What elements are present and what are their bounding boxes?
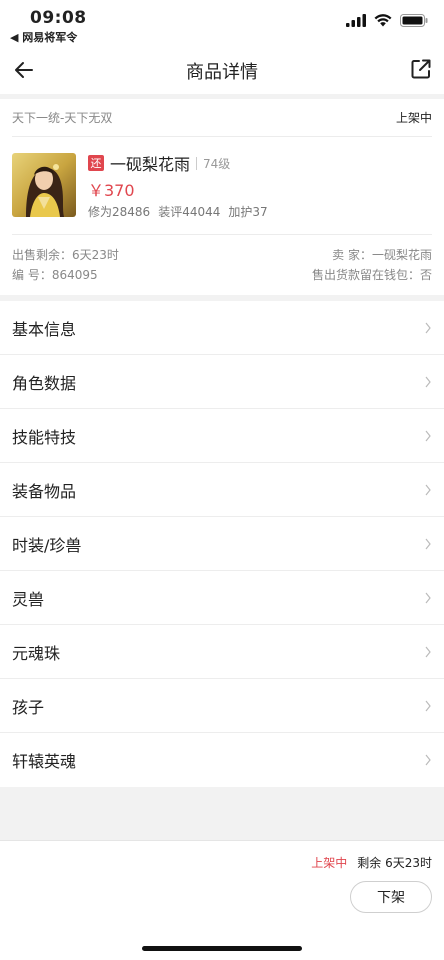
nav-bar: 商品详情	[0, 46, 444, 94]
signal-icon	[346, 14, 366, 27]
share-icon[interactable]	[410, 58, 432, 80]
chevron-right-icon	[425, 322, 431, 333]
listing-number: 编 号：864095	[12, 268, 98, 282]
price: ￥370	[88, 181, 135, 200]
listing-card: 天下一统-天下无双 上架中 还 一砚梨花雨 74级 ￥370 修为28486 装…	[0, 99, 444, 295]
menu-item-label: 轩辕英魂	[12, 752, 77, 771]
chevron-right-icon	[425, 592, 431, 603]
bottom-listing-status: 上架中	[311, 856, 348, 870]
bottom-action-bar: 上架中 剩余 6天23时 下架	[0, 840, 444, 960]
chevron-right-icon	[425, 430, 431, 441]
chevron-right-icon	[425, 484, 431, 495]
menu-item-label: 元魂珠	[12, 643, 61, 663]
status-bar: 09:08 ◀ 网易将军令	[0, 0, 444, 46]
listing-meta: 出售剩余：6天23时 卖 家：一砚梨花雨 编 号：864095 售出货款留在钱包…	[12, 235, 432, 295]
delist-button[interactable]: 下架	[350, 881, 432, 913]
wifi-icon	[374, 14, 392, 27]
menu-item-label: 孩子	[12, 697, 45, 717]
chevron-right-icon	[425, 538, 431, 549]
menu-item-role-data[interactable]: 角色数据	[0, 355, 444, 409]
menu-item-fashion-pets[interactable]: 时装/珍兽	[0, 517, 444, 571]
wallet-setting: 售出货款留在钱包：否	[311, 268, 432, 282]
character-avatar	[12, 153, 76, 217]
status-time: 09:08	[30, 8, 87, 28]
menu-item-basic-info[interactable]: 基本信息	[0, 301, 444, 355]
seller: 卖 家：一砚梨花雨	[332, 248, 432, 262]
bottom-remaining-time: 剩余 6天23时	[357, 856, 432, 870]
stat-protection: 加护37	[228, 205, 268, 219]
stat-cultivation: 修为28486	[88, 205, 151, 219]
listing-header: 天下一统-天下无双 上架中	[12, 99, 432, 137]
remaining-time: 出售剩余：6天23时	[12, 248, 119, 262]
menu-item-label: 基本信息	[12, 319, 77, 339]
item-summary[interactable]: 还 一砚梨花雨 74级 ￥370 修为28486 装评44044 加护37	[12, 137, 432, 235]
menu-item-label: 技能特技	[12, 427, 77, 447]
name-divider	[196, 156, 198, 170]
page-title: 商品详情	[186, 62, 258, 83]
item-info: 还 一砚梨花雨 74级 ￥370 修为28486 装评44044 加护37	[88, 153, 432, 220]
battery-icon	[400, 14, 428, 27]
menu-item-skills[interactable]: 技能特技	[0, 409, 444, 463]
chevron-right-icon	[425, 646, 431, 657]
home-indicator[interactable]	[142, 946, 302, 951]
menu-item-label: 时装/珍兽	[12, 535, 82, 555]
menu-item-spirit-beast[interactable]: 灵兽	[0, 571, 444, 625]
name-line: 还 一砚梨花雨 74级	[88, 153, 432, 174]
server-name: 天下一统-天下无双	[12, 111, 113, 125]
role-name: 一砚梨花雨	[110, 155, 191, 174]
bottom-status: 上架中 剩余 6天23时	[311, 854, 432, 871]
menu-item-equipment[interactable]: 装备物品	[0, 463, 444, 517]
menu-item-label: 灵兽	[12, 589, 45, 609]
menu-item-soul-orb[interactable]: 元魂珠	[0, 625, 444, 679]
back-to-app-link[interactable]: ◀ 网易将军令	[10, 29, 77, 45]
role-stats: 修为28486 装评44044 加护37	[88, 203, 432, 220]
bargain-tag: 还	[88, 155, 104, 171]
chevron-right-icon	[425, 700, 431, 711]
role-level: 74级	[203, 156, 231, 171]
menu-item-label: 装备物品	[12, 481, 77, 501]
menu-item-children[interactable]: 孩子	[0, 679, 444, 733]
chevron-right-icon	[425, 754, 431, 766]
stat-equip-score: 装评44044	[158, 205, 221, 219]
menu-item-label: 角色数据	[12, 373, 77, 393]
status-icons	[346, 14, 428, 27]
listing-status: 上架中	[395, 111, 432, 125]
menu-item-xuanyuan-soul[interactable]: 轩辕英魂	[0, 733, 444, 787]
detail-menu: 基本信息 角色数据 技能特技 装备物品 时装/珍兽 灵兽 元魂珠 孩子 轩辕英魂	[0, 301, 444, 787]
chevron-right-icon	[425, 376, 431, 387]
